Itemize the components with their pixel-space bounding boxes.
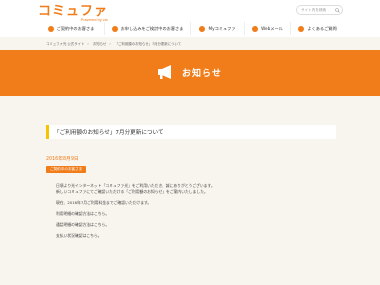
link-payment-status[interactable]: 支払い状況確認はこちら。	[56, 233, 336, 239]
person-icon	[111, 25, 118, 32]
article-heading: 「ご利用額のお知らせ」7月分更新について	[46, 125, 336, 139]
nav-label: Myコミュファ	[208, 25, 236, 31]
article-title: 「ご利用額のお知らせ」7月分更新について	[54, 130, 164, 136]
paragraph: 現在、2016年7月ご利用料金までご確認いただけます。	[56, 200, 152, 205]
nav-label: よくあるご質問	[307, 25, 337, 31]
article-body: 日頃より光インターネット「コミュファ光」をご利用いただき、誠にありがとうございま…	[56, 183, 336, 244]
article-date: 2016年8月9日	[46, 157, 79, 162]
paragraph: 新しいコミュファにてご確認いただける「ご利用額のお知らせ」をご案内いたしました。	[56, 189, 208, 194]
breadcrumb-separator: ›	[87, 42, 89, 46]
page-banner: お知らせ	[0, 50, 380, 96]
nav-label: ご契約中のお客さま	[56, 25, 95, 31]
search-placeholder: サイト内を検索	[301, 8, 327, 12]
nav-item-webmail[interactable]: Webメール	[244, 22, 290, 35]
link-usage-details[interactable]: 利用明細の確認方法はこちら。	[56, 211, 336, 217]
brand-name: コミュファ	[38, 3, 109, 18]
person-icon	[47, 25, 54, 32]
question-icon	[298, 25, 305, 32]
nav-label: Webメール	[261, 25, 283, 31]
heart-icon	[199, 25, 206, 32]
site-header: コミュファ Powered by ctc サイト内を検索 ご契約中のお客さま お…	[0, 0, 380, 37]
breadcrumb: コミュファ光 公式サイト › お知らせ › 「ご利用額のお知らせ」7月分更新について	[46, 41, 184, 46]
breadcrumb-item-current: 「ご利用額のお知らせ」7月分更新について	[114, 42, 182, 46]
search-input[interactable]: サイト内を検索	[296, 5, 343, 15]
breadcrumb-separator: ›	[109, 42, 111, 46]
link-call-details[interactable]: 通話明細の確認方法はこちら。	[56, 222, 336, 228]
nav-label: お申し込みをご検討中のお客さま	[120, 25, 184, 31]
breadcrumb-item-home[interactable]: コミュファ光 公式サイト	[46, 42, 84, 46]
nav-item-current-customers[interactable]: ご契約中のお客さま	[38, 22, 104, 35]
megaphone-icon	[158, 65, 171, 79]
main-nav: ご契約中のお客さま お申し込みをご検討中のお客さま Myコミュファ Webメール…	[38, 22, 344, 35]
search-icon[interactable]	[335, 7, 340, 13]
mail-icon	[252, 25, 259, 32]
nav-item-my-commufa[interactable]: Myコミュファ	[190, 22, 244, 35]
site-logo[interactable]: コミュファ Powered by ctc	[38, 4, 108, 22]
nav-item-faq[interactable]: よくあるご質問	[290, 22, 344, 35]
nav-item-prospective-customers[interactable]: お申し込みをご検討中のお客さま	[104, 22, 190, 35]
category-badge: ご契約中のお客さま	[46, 166, 87, 173]
breadcrumb-item-news[interactable]: お知らせ	[93, 42, 107, 46]
page-title: お知らせ	[182, 68, 222, 79]
